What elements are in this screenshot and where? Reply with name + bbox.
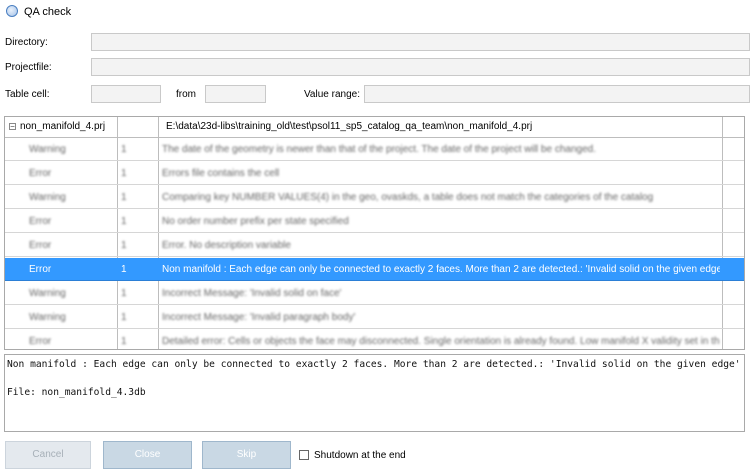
row-count: 1 [121,336,127,347]
row-message: Errors file contains the cell [162,168,280,179]
row-message: Incorrect Message: 'Invalid paragraph bo… [162,312,356,323]
title-bar: QA check [0,0,750,24]
results-grid[interactable]: − non_manifold_4.prj E:\data\23d-libs\tr… [4,116,745,350]
row-type: Warning [29,288,66,299]
window-title: QA check [24,6,72,18]
app-icon [6,5,18,17]
shutdown-checkbox[interactable] [299,450,309,460]
row-count: 1 [121,144,127,155]
root-path: E:\data\23d-libs\training_old\test\psol1… [166,121,533,132]
row-type: Error [29,168,52,179]
row-count: 1 [121,264,127,275]
row-count: 1 [121,288,127,299]
row-message: Incorrect Message: 'Invalid solid on fac… [162,288,342,299]
table-row[interactable]: Warning 1 Incorrect Message: 'Invalid para… [5,306,744,329]
close-button[interactable]: Close [103,441,192,469]
table-row-selected[interactable]: Error 1 Non manifold : Each edge can only … [5,258,744,281]
message-file: File: non_manifold_4.3db [7,387,146,398]
collapse-icon[interactable]: − [9,123,16,131]
directory-field[interactable] [91,33,750,51]
row-count: 1 [121,192,127,203]
row-message: No order number prefix per state specifi… [162,216,349,227]
directory-label: Directory: [5,37,48,48]
row-count: 1 [121,312,127,323]
message-box[interactable]: Non manifold : Each edge can only be con… [4,354,745,432]
skip-button[interactable]: Skip [202,441,291,469]
table-row[interactable]: Warning 1 Comparing key NUMBER VALUES(4) i… [5,186,744,209]
row-type: Warning [29,312,66,323]
row-type: Warning [29,192,66,203]
root-name: non_manifold_4.prj [20,121,106,132]
row-count: 1 [121,216,127,227]
row-message: Detailed error: Cells or objects the fac… [162,336,720,347]
table-row[interactable]: Error 1 No order number prefix per state s… [5,210,744,233]
from-label: from [176,89,196,100]
row-message: Error. No description variable [162,240,291,251]
row-count: 1 [121,168,127,179]
row-count: 1 [121,240,127,251]
tablecell-field[interactable] [91,85,161,103]
row-type: Error [29,336,52,347]
row-message: Non manifold : Each edge can only be con… [162,264,720,275]
valuerange-field[interactable] [364,85,750,103]
row-type: Error [29,240,52,251]
projectfile-field[interactable] [91,58,750,76]
grid-root-row[interactable]: − non_manifold_4.prj E:\data\23d-libs\tr… [5,117,744,138]
table-row[interactable]: Error 1 Error. No description variable [5,234,744,257]
table-row[interactable]: Warning 1 Incorrect Message: 'Invalid soli… [5,282,744,305]
row-message: Comparing key NUMBER VALUES(4) in the ge… [162,192,654,203]
message-line: Non manifold : Each edge can only be con… [7,359,741,370]
projectfile-label: Projectfile: [5,62,52,73]
row-message: The date of the geometry is newer than t… [162,144,596,155]
row-type: Error [29,264,52,275]
row-type: Warning [29,144,66,155]
cancel-button[interactable]: Cancel [5,441,91,469]
tablecell-label: Table cell: [5,89,50,100]
from-field[interactable] [205,85,266,103]
valuerange-label: Value range: [304,89,360,100]
row-type: Error [29,216,52,227]
shutdown-label: Shutdown at the end [314,450,406,461]
table-row[interactable]: Error 1 Detailed error: Cells or objects t… [5,330,744,349]
table-row[interactable]: Warning 1 The date of the geometry is newe… [5,138,744,161]
table-row[interactable]: Error 1 Errors file contains the cell [5,162,744,185]
